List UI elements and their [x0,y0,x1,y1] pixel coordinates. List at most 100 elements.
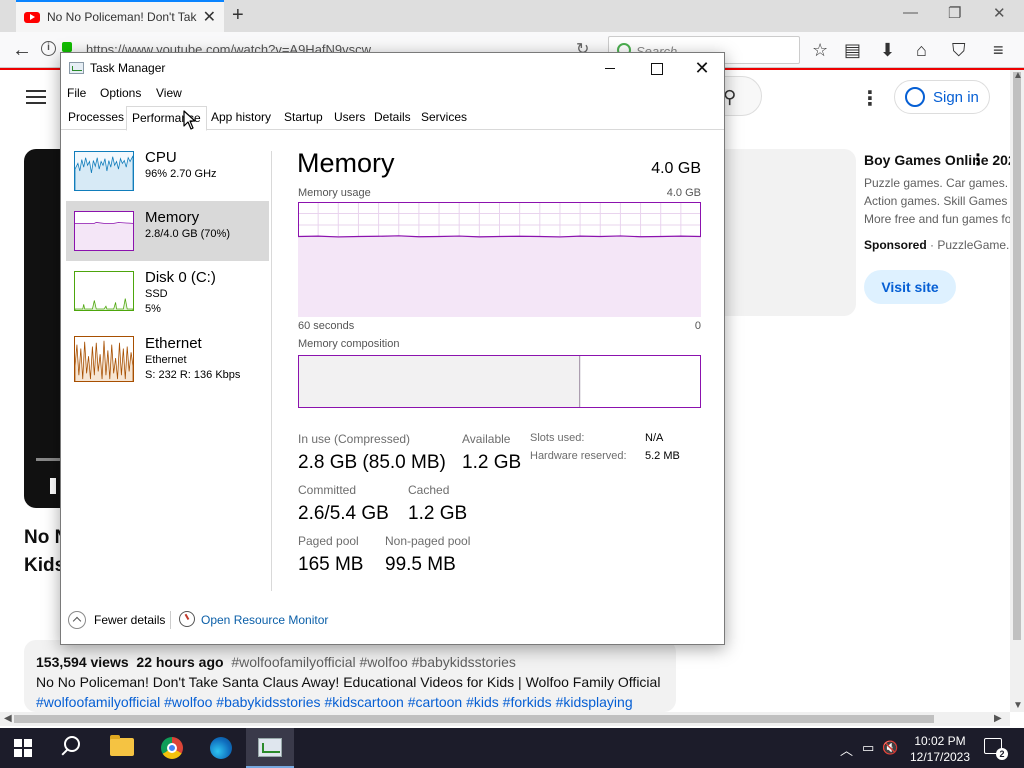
memory-total: 4.0 GB [651,160,701,177]
menu-view[interactable]: View [156,86,182,100]
windows-start-icon[interactable] [14,739,32,757]
committed-label: Committed [298,483,357,497]
browser-restore-icon[interactable]: ❐ [948,4,961,22]
video-control-icon[interactable] [50,478,56,494]
sign-in-label: Sign in [933,88,979,106]
notification-badge: 2 [996,748,1008,760]
available-label: Available [462,432,511,446]
sponsored-label: Sponsored [864,238,927,252]
ad-title[interactable]: Boy Games Online 2023 [864,152,1024,168]
visit-site-button[interactable]: Visit site [864,270,956,304]
browser-tab[interactable]: No No Policeman! Don't Take Santa Claus … [16,0,224,32]
tab-services[interactable]: Services [416,106,472,130]
tab-strip: Processes Performance App history Startu… [61,106,724,131]
volume-muted-icon[interactable]: 🔇 [882,740,898,756]
sign-in-button[interactable]: Sign in [894,80,990,114]
sidebar-subtext: S: 232 R: 136 Kbps [145,369,241,381]
sidebar-divider [271,151,272,591]
view-count: 153,594 views [36,654,129,670]
tab-details[interactable]: Details [369,106,416,130]
sidebar-label: Disk 0 (C:) [145,269,216,286]
taskbar-file-explorer[interactable] [98,728,146,768]
youtube-favicon-icon [24,11,40,23]
ad-thumbnail[interactable] [724,149,856,316]
sidebar-item-memory[interactable]: Memory 2.8/4.0 GB (70%) [66,201,269,261]
scroll-right-icon[interactable]: ▶ [994,713,1002,724]
ad-more-icon[interactable]: ⋮ [970,150,986,170]
info-icon[interactable]: i [41,41,56,56]
cached-label: Cached [408,483,450,497]
reading-list-icon[interactable]: ▤ [844,40,861,61]
clock-time[interactable]: 10:02 PM [912,734,968,748]
sidebar-item-disk[interactable]: Disk 0 (C:) SSD 5% [66,265,269,325]
user-icon [905,87,925,107]
sidebar-label: Ethernet [145,335,202,352]
scroll-left-icon[interactable]: ◀ [4,713,12,724]
network-icon[interactable]: ▭ [862,740,874,756]
memory-usage-graph [298,202,701,317]
fewer-details-button[interactable]: Fewer details [94,613,165,627]
menu-icon[interactable]: ≡ [993,40,1004,61]
sidebar-subtext: 96% 2.70 GHz [145,168,217,180]
description-text: No No Policeman! Don't Take Santa Claus … [36,674,661,690]
scroll-down-icon[interactable]: ▼ [1013,700,1023,711]
description-tags[interactable]: #wolfoofamilyofficial #wolfoo #babykidss… [231,654,516,670]
download-icon[interactable]: ⬇ [880,40,895,61]
taskbar-task-manager[interactable] [246,728,294,768]
minimize-button[interactable] [587,53,633,83]
back-button[interactable]: ← [10,38,34,62]
in-use-label: In use (Compressed) [298,432,411,446]
lock-icon [62,42,72,52]
chrome-icon [161,737,183,759]
menu-options[interactable]: Options [100,86,141,100]
horizontal-scrollbar[interactable] [0,712,1010,726]
description-hashtags[interactable]: #wolfoofamilyofficial #wolfoo #babykidss… [36,694,633,710]
tab-app-history[interactable]: App history [206,106,276,130]
taskbar-edge[interactable] [197,728,245,768]
vertical-scrollbar[interactable] [1010,70,1024,712]
resource-monitor-icon[interactable] [179,611,195,627]
ad-desc-line: More free and fun games for [864,212,1016,226]
chevron-up-icon[interactable] [68,611,86,629]
bookmark-star-icon[interactable]: ☆ [812,40,828,61]
sidebar-item-cpu[interactable]: CPU 96% 2.70 GHz [66,145,269,197]
time-axis-right: 0 [694,320,701,332]
task-manager-title: Task Manager [90,61,166,75]
maximize-button[interactable] [633,53,679,83]
video-player[interactable] [24,149,64,508]
tab-processes[interactable]: Processes [63,106,129,130]
tray-chevron-up-icon[interactable]: ︿ [840,740,853,759]
browser-tab-bar: No No Policeman! Don't Take Santa Claus … [0,0,1024,32]
scrollbar-thumb[interactable] [1013,72,1021,640]
taskbar-search-icon[interactable] [60,736,82,758]
scrollbar-thumb[interactable] [14,715,934,723]
video-title: No N Kids [24,524,64,580]
windows-taskbar: ︿ ▭ 🔇 10:02 PM 12/17/2023 2 [0,728,1024,768]
clock-date[interactable]: 12/17/2023 [904,750,976,764]
browser-tab-title: No No Policeman! Don't Take Santa Claus … [47,10,197,24]
memory-usage-label: Memory usage [298,187,371,199]
menu-file[interactable]: File [67,86,86,100]
edge-icon [210,737,232,759]
open-resource-monitor-link[interactable]: Open Resource Monitor [201,613,328,627]
page-title: Memory [297,148,395,178]
memory-composition-bar [298,355,701,408]
taskbar-chrome[interactable] [148,728,196,768]
memory-sparkline [74,211,134,251]
sidebar-subtext: 2.8/4.0 GB (70%) [145,228,230,240]
ethernet-sparkline [74,336,134,382]
home-icon[interactable]: ⌂ [916,40,927,61]
sidebar-item-ethernet[interactable]: Ethernet Ethernet S: 232 R: 136 Kbps [66,330,269,390]
pocket-icon[interactable]: ⛉ [952,40,966,61]
tab-startup[interactable]: Startup [279,106,328,130]
close-button[interactable]: ✕ [679,53,725,83]
hamburger-menu-icon[interactable] [26,90,46,104]
task-manager-titlebar[interactable]: Task Manager ✕ [61,53,724,83]
scroll-up-icon[interactable]: ▲ [1013,70,1023,81]
tab-close-icon[interactable]: ✕ [203,7,216,27]
tab-users[interactable]: Users [329,106,370,130]
browser-close-icon[interactable]: ✕ [993,4,1006,22]
more-options-icon[interactable]: ⋮ [860,86,880,111]
new-tab-icon[interactable]: + [232,4,244,27]
browser-minimize-icon[interactable]: — [903,4,918,21]
